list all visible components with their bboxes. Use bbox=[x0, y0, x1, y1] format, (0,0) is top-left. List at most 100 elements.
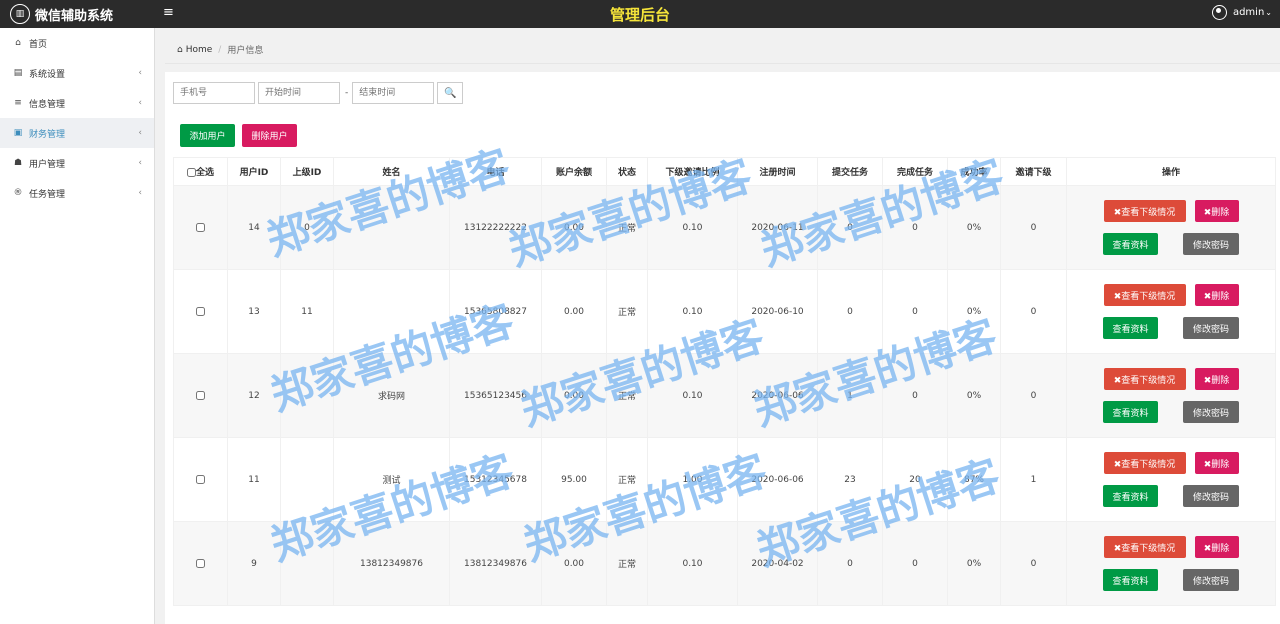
change-password-button[interactable]: 修改密码 bbox=[1183, 485, 1239, 507]
cell-done: 0 bbox=[882, 521, 948, 606]
view-subordinates-button[interactable]: ✖查看下级情况 bbox=[1103, 200, 1186, 222]
row-actions: ✖查看下级情况 ✖删除查看资料 修改密码 bbox=[1066, 353, 1276, 438]
view-profile-button[interactable]: 查看资料 bbox=[1103, 317, 1158, 339]
menu-toggle-icon[interactable]: ≡ bbox=[163, 5, 174, 20]
cell-status: 正常 bbox=[606, 353, 648, 438]
user-avatar-icon bbox=[1211, 5, 1227, 20]
cell-date: 2020-06-06 bbox=[737, 437, 818, 522]
column-header: 状态 bbox=[606, 157, 648, 186]
cell-parent bbox=[280, 437, 334, 522]
user-menu[interactable]: admin ⌄ bbox=[1211, 5, 1272, 20]
breadcrumb-home-link[interactable]: Home bbox=[186, 45, 213, 55]
cell-ratio: 1.00 bbox=[647, 437, 738, 522]
sidebar-item-system-settings[interactable]: ▤ 系统设置 ‹ bbox=[0, 58, 154, 88]
sidebar-item-label: 财务管理 bbox=[29, 129, 66, 140]
delete-row-button[interactable]: ✖删除 bbox=[1194, 284, 1239, 306]
cell-id: 9 bbox=[227, 521, 281, 606]
cell-rate: 0% bbox=[947, 521, 1001, 606]
table-row: 9 13812349876 13812349876 0.00 正常 0.10 2020-04… bbox=[173, 521, 1276, 606]
phone-search-input[interactable] bbox=[173, 82, 255, 104]
cell-balance: 0.00 bbox=[541, 269, 607, 354]
sidebar-item-finance-management[interactable]: ▣ 财务管理 ‹ bbox=[0, 118, 154, 148]
view-profile-button[interactable]: 查看资料 bbox=[1103, 401, 1158, 423]
main-content: - 🔍 添加用户 删除用户 全选 用户ID 上级ID 姓名 电话 账户余额 状态… bbox=[165, 72, 1280, 624]
view-subordinates-button[interactable]: ✖查看下级情况 bbox=[1103, 368, 1186, 390]
sidebar-item-task-management[interactable]: ® 任务管理 ‹ bbox=[0, 178, 154, 208]
row-checkbox[interactable] bbox=[196, 558, 205, 568]
column-header: 用户ID bbox=[227, 157, 281, 186]
cell-invited: 1 bbox=[1000, 437, 1067, 522]
cell-parent bbox=[280, 521, 334, 606]
cell-id: 13 bbox=[227, 269, 281, 354]
column-header: 姓名 bbox=[333, 157, 450, 186]
delete-user-button[interactable]: 删除用户 bbox=[242, 124, 297, 147]
chevron-left-icon: ‹ bbox=[138, 128, 142, 138]
row-checkbox[interactable] bbox=[196, 474, 205, 484]
select-all-checkbox[interactable] bbox=[186, 168, 196, 177]
breadcrumb: ⌂ Home / 用户信息 bbox=[165, 36, 1280, 64]
delete-row-button[interactable]: ✖删除 bbox=[1194, 368, 1239, 390]
row-checkbox[interactable] bbox=[196, 222, 205, 232]
table-row: 11 测试 15312345678 95.00 正常 1.00 2020-06-06 23 20… bbox=[173, 437, 1276, 522]
view-subordinates-button[interactable]: ✖查看下级情况 bbox=[1103, 452, 1186, 474]
row-select-cell bbox=[173, 185, 228, 270]
change-password-button[interactable]: 修改密码 bbox=[1183, 569, 1239, 591]
cell-name: 测试 bbox=[333, 437, 450, 522]
row-checkbox[interactable] bbox=[196, 306, 205, 316]
cell-balance: 0.00 bbox=[541, 185, 607, 270]
chevron-down-icon: ⌄ bbox=[1265, 8, 1272, 17]
delete-row-button[interactable]: ✖删除 bbox=[1194, 536, 1239, 558]
cell-ratio: 0.10 bbox=[647, 353, 738, 438]
settings-icon: ▤ bbox=[13, 68, 23, 78]
column-header: 邀请下级 bbox=[1000, 157, 1067, 186]
column-header: 电话 bbox=[449, 157, 542, 186]
table-row: 13 11 15365808827 0.00 正常 0.10 2020-06-10 0 0 0% 0… bbox=[173, 269, 1276, 354]
search-button[interactable]: 🔍 bbox=[437, 82, 464, 104]
breadcrumb-separator: / bbox=[218, 44, 222, 55]
view-subordinates-button[interactable]: ✖查看下级情况 bbox=[1103, 536, 1186, 558]
view-profile-button[interactable]: 查看资料 bbox=[1103, 485, 1158, 507]
change-password-button[interactable]: 修改密码 bbox=[1183, 401, 1239, 423]
cell-date: 2020-06-06 bbox=[737, 353, 818, 438]
sidebar-item-user-management[interactable]: ☗ 用户管理 ‹ bbox=[0, 148, 154, 178]
row-select-cell bbox=[173, 353, 228, 438]
end-time-input[interactable] bbox=[352, 82, 435, 104]
cell-submitted: 0 bbox=[817, 521, 883, 606]
cell-status: 正常 bbox=[606, 437, 648, 522]
cell-invited: 0 bbox=[1000, 521, 1067, 606]
sidebar: ⌂ 首页 ▤ 系统设置 ‹ ≡ 信息管理 ‹ ▣ 财务管理 ‹ ☗ 用户管理 ‹… bbox=[0, 28, 155, 624]
view-profile-button[interactable]: 查看资料 bbox=[1103, 569, 1158, 591]
cell-balance: 95.00 bbox=[541, 437, 607, 522]
cell-invited: 0 bbox=[1000, 185, 1067, 270]
sidebar-item-home[interactable]: ⌂ 首页 bbox=[0, 28, 154, 58]
select-all-header[interactable]: 全选 bbox=[173, 157, 228, 186]
cell-submitted: 0 bbox=[817, 185, 883, 270]
cell-phone: 13812349876 bbox=[449, 521, 542, 606]
start-time-input[interactable] bbox=[258, 82, 340, 104]
view-subordinates-button[interactable]: ✖查看下级情况 bbox=[1103, 284, 1186, 306]
sidebar-item-info-management[interactable]: ≡ 信息管理 ‹ bbox=[0, 88, 154, 118]
cell-invited: 0 bbox=[1000, 269, 1067, 354]
cell-date: 2020-06-10 bbox=[737, 269, 818, 354]
chevron-left-icon: ‹ bbox=[138, 98, 142, 108]
sidebar-item-label: 信息管理 bbox=[29, 99, 66, 110]
column-header: 下级邀请比例 bbox=[647, 157, 738, 186]
delete-row-button[interactable]: ✖删除 bbox=[1194, 200, 1239, 222]
logo[interactable]: ▥ 微信辅助系统 bbox=[10, 3, 113, 25]
delete-row-button[interactable]: ✖删除 bbox=[1194, 452, 1239, 474]
cell-done: 0 bbox=[882, 185, 948, 270]
row-checkbox[interactable] bbox=[196, 390, 205, 400]
user-table: 全选 用户ID 上级ID 姓名 电话 账户余额 状态 下级邀请比例 注册时间 提… bbox=[173, 157, 1276, 606]
column-header: 全选 bbox=[195, 168, 214, 178]
change-password-button[interactable]: 修改密码 bbox=[1183, 317, 1239, 339]
task-icon: ® bbox=[13, 188, 23, 198]
column-header: 注册时间 bbox=[737, 157, 818, 186]
view-profile-button[interactable]: 查看资料 bbox=[1103, 233, 1158, 255]
cell-parent: 0 bbox=[280, 185, 334, 270]
change-password-button[interactable]: 修改密码 bbox=[1183, 233, 1239, 255]
add-user-button[interactable]: 添加用户 bbox=[180, 124, 235, 147]
cell-name: 求码网 bbox=[333, 353, 450, 438]
chevron-left-icon: ‹ bbox=[138, 68, 142, 78]
date-range-separator: - bbox=[345, 88, 349, 98]
cell-status: 正常 bbox=[606, 521, 648, 606]
